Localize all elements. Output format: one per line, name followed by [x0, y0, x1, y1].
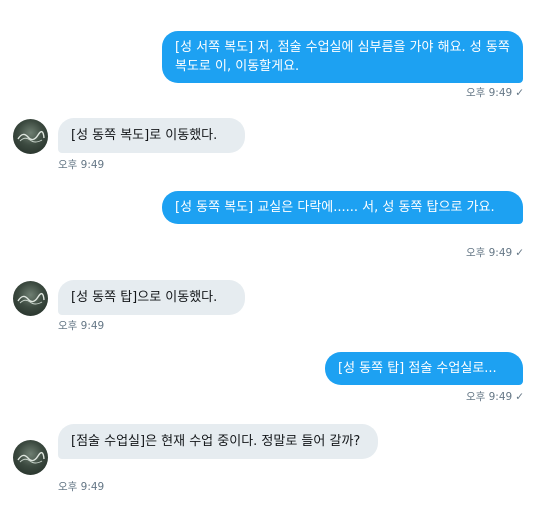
- message-meta: 오후 9:49 ✓: [466, 246, 524, 260]
- message-text: [성 동쪽 탑]으로 이동했다.: [71, 290, 218, 305]
- incoming-message-bubble: [점술 수업실]은 현재 수업 중이다. 정말로 들어 갈까?: [58, 424, 378, 459]
- avatar-image: [17, 130, 45, 143]
- avatar[interactable]: [13, 440, 48, 475]
- message-time: 오후 9:49: [58, 481, 105, 493]
- message-time: 오후 9:49: [465, 247, 513, 259]
- message-meta: 오후 9:49 ✓: [466, 390, 524, 404]
- message-text: [성 동쪽 탑] 점술 수업실로...: [338, 361, 497, 376]
- check-icon: ✓: [515, 247, 524, 259]
- message-time: 오후 9:49: [465, 391, 513, 403]
- incoming-message-bubble: [성 동쪽 탑]으로 이동했다.: [58, 280, 245, 315]
- outgoing-message-bubble: [성 동쪽 탑] 점술 수업실로...: [325, 352, 523, 385]
- message-meta: 오후 9:49 ✓: [466, 86, 524, 100]
- message-time: 오후 9:49: [465, 87, 513, 99]
- message-time: 오후 9:49: [58, 320, 105, 332]
- outgoing-message-bubble: [성 서쪽 복도] 저, 점술 수업실에 심부름을 가야 해요. 성 동쪽 복도…: [162, 31, 523, 83]
- check-icon: ✓: [515, 87, 524, 99]
- message-time: 오후 9:49: [58, 159, 105, 171]
- avatar[interactable]: [13, 281, 48, 316]
- message-text: [성 서쪽 복도] 저, 점술 수업실에 심부름을 가야 해요. 성 동쪽 복도…: [175, 40, 510, 74]
- avatar-image: [17, 451, 45, 464]
- message-text: [성 동쪽 복도] 교실은 다락에...... 서, 성 동쪽 탑으로 가요.: [175, 200, 495, 215]
- incoming-message-bubble: [성 동쪽 복도]로 이동했다.: [58, 118, 245, 153]
- message-text: [성 동쪽 복도]로 이동했다.: [71, 128, 218, 143]
- avatar-image: [17, 292, 45, 305]
- check-icon: ✓: [515, 391, 524, 403]
- message-text: [점술 수업실]은 현재 수업 중이다. 정말로 들어 갈까?: [71, 434, 361, 449]
- outgoing-message-bubble: [성 동쪽 복도] 교실은 다락에...... 서, 성 동쪽 탑으로 가요.: [162, 191, 523, 224]
- avatar[interactable]: [13, 119, 48, 154]
